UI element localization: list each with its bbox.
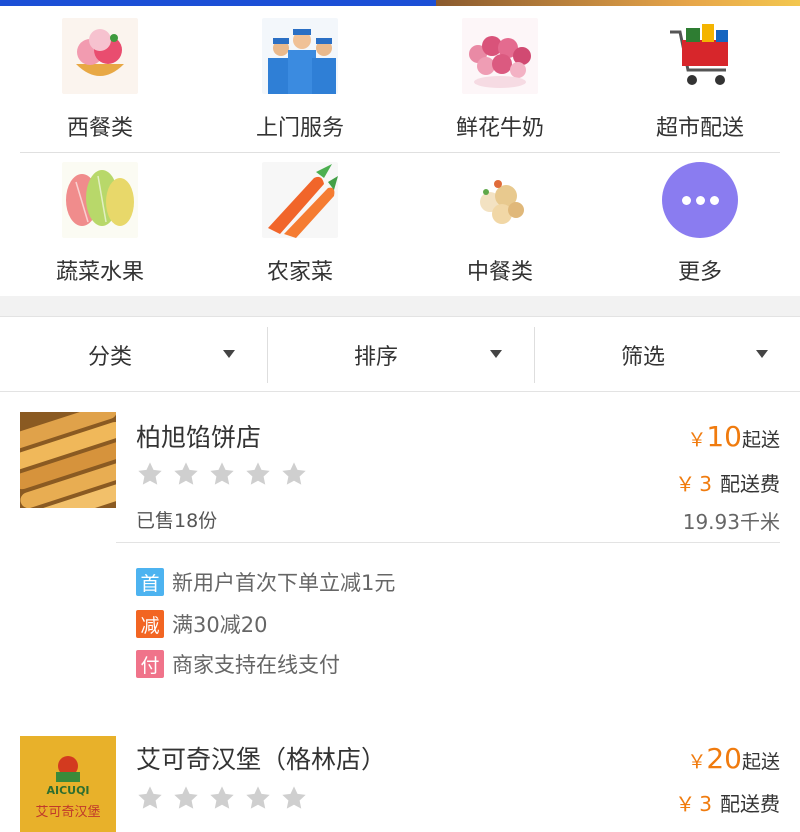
- promo-text: 新用户首次下单立减1元: [172, 571, 396, 595]
- currency-symbol: ￥: [687, 429, 707, 451]
- promo-new-user: 首 新用户首次下单立减1元: [136, 568, 395, 596]
- promo-text: 满30减20: [172, 613, 268, 637]
- shopping-cart-image: [662, 18, 738, 94]
- delivery-fee-suffix: 配送费: [720, 472, 780, 496]
- currency-symbol: ￥: [675, 472, 696, 496]
- star-icon: [246, 786, 270, 809]
- promo-text: 商家支持在线支付: [172, 653, 340, 677]
- shop-card[interactable]: 柏旭馅饼店 已售18份 ￥10起送 ￥ 3 配送费 19.93千米 首 新用户首次下…: [0, 392, 800, 722]
- category-western-food[interactable]: 西餐类: [0, 6, 200, 146]
- min-order-value: 10: [706, 420, 742, 453]
- category-label: 蔬菜水果: [55, 260, 144, 285]
- filter-screen[interactable]: 筛选: [535, 317, 800, 391]
- promo-tag: 付: [136, 650, 164, 678]
- promo-online-pay: 付 商家支持在线支付: [136, 650, 340, 678]
- section-gap: [0, 296, 800, 316]
- category-home-service[interactable]: 上门服务: [200, 6, 400, 146]
- star-icon: [138, 786, 162, 809]
- star-icon: [246, 462, 270, 485]
- category-label: 西餐类: [66, 116, 133, 141]
- filter-category[interactable]: 分类: [0, 317, 266, 391]
- category-label: 农家菜: [266, 260, 333, 285]
- logo-text-cn: 艾可奇汉堡: [35, 804, 100, 820]
- min-order: ￥10起送: [687, 420, 780, 453]
- service-workers-image: [262, 18, 338, 94]
- roses-bouquet-image: [462, 18, 538, 94]
- star-icon: [138, 462, 162, 485]
- category-label: 更多: [677, 260, 722, 285]
- category-label: 鲜花牛奶: [455, 116, 544, 141]
- star-icon: [282, 462, 306, 485]
- delivery-fee-suffix: 配送费: [720, 792, 780, 816]
- delivery-fee: ￥ 3 配送费: [675, 468, 780, 497]
- shop-name: 柏旭馅饼店: [136, 423, 262, 452]
- delivery-fee: ￥ 3 配送费: [675, 788, 780, 817]
- chevron-down-icon: [223, 350, 235, 358]
- rating-stars: [136, 460, 308, 490]
- category-farm-dishes[interactable]: 农家菜: [200, 150, 400, 290]
- apples-fruit-image: [62, 162, 138, 238]
- star-icon: [210, 786, 234, 809]
- chinese-dish-image: [462, 162, 538, 238]
- category-veg-fruit[interactable]: 蔬菜水果: [0, 150, 200, 290]
- min-order: ￥20起送: [687, 742, 780, 775]
- filter-bar: 分类 排序 筛选: [0, 316, 800, 392]
- promo-tag: 减: [136, 610, 164, 638]
- promo-discount: 减 满30减20: [136, 610, 267, 638]
- min-order-value: 20: [706, 742, 742, 775]
- shop-card[interactable]: AICUQI 艾可奇汉堡 艾可奇汉堡（格林店） ￥20起送 ￥ 3 配送费: [0, 716, 800, 832]
- category-chinese-food[interactable]: 中餐类: [400, 150, 600, 290]
- shop-divider: [116, 542, 780, 543]
- promo-tag: 首: [136, 568, 164, 596]
- chevron-down-icon: [756, 350, 768, 358]
- logo-text: AICUQI: [46, 784, 89, 797]
- sold-count: 已售18份: [136, 510, 218, 532]
- shop-logo: [20, 412, 116, 508]
- shop-name: 艾可奇汉堡（格林店）: [136, 745, 387, 774]
- carrots-image: [262, 162, 338, 238]
- distance: 19.93千米: [682, 510, 780, 534]
- category-label: 中餐类: [466, 260, 533, 285]
- filter-sort[interactable]: 排序: [268, 317, 534, 391]
- currency-symbol: ￥: [687, 751, 707, 773]
- filter-screen-label: 筛选: [621, 345, 666, 370]
- category-supermarket[interactable]: 超市配送: [600, 6, 800, 146]
- min-order-suffix: 起送: [741, 751, 780, 773]
- delivery-fee-value: 3: [699, 472, 712, 496]
- category-label: 上门服务: [255, 116, 344, 141]
- filter-sort-label: 排序: [354, 345, 399, 370]
- star-icon: [210, 462, 234, 485]
- shop-logo: AICUQI 艾可奇汉堡: [20, 736, 116, 832]
- category-flowers-milk[interactable]: 鲜花牛奶: [400, 6, 600, 146]
- currency-symbol: ￥: [675, 792, 696, 816]
- more-dots-icon[interactable]: [662, 162, 738, 238]
- chevron-down-icon: [490, 350, 502, 358]
- rating-stars: [136, 784, 308, 814]
- delivery-fee-value: 3: [699, 792, 712, 816]
- star-icon: [282, 786, 306, 809]
- category-label: 超市配送: [655, 116, 744, 141]
- star-icon: [174, 786, 198, 809]
- min-order-suffix: 起送: [741, 429, 780, 451]
- star-icon: [174, 462, 198, 485]
- filter-category-label: 分类: [88, 345, 133, 370]
- category-grid: 西餐类 上门服务 鲜花牛奶 超市配送 蔬菜水果 农家菜 中餐类 更多: [0, 6, 800, 296]
- ice-cream-dessert-image: [62, 18, 138, 94]
